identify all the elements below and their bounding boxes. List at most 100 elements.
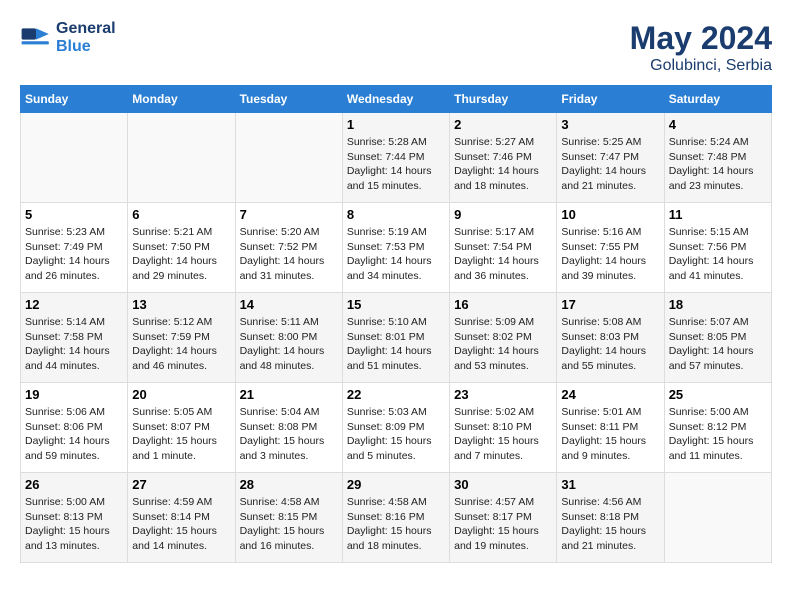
day-number: 27 [132,477,230,492]
header-cell-monday: Monday [128,86,235,113]
day-cell: 4Sunrise: 5:24 AMSunset: 7:48 PMDaylight… [664,113,771,203]
day-info: Sunrise: 5:02 AMSunset: 8:10 PMDaylight:… [454,405,552,464]
day-cell: 7 Sunrise: 5:20 AMSunset: 7:52 PMDaylight… [235,203,342,293]
day-number: 15 [347,297,445,312]
day-cell: 22 Sunrise: 5:03 AMSunset: 8:09 PMDayligh… [342,383,449,473]
header-row: SundayMondayTuesdayWednesdayThursdayFrid… [21,86,772,113]
title-block: May 2024 Golubinci, Serbia [630,20,772,75]
logo-icon [20,22,52,54]
day-number: 1 [347,117,445,132]
day-info: Sunrise: 4:57 AMSunset: 8:17 PMDaylight:… [454,495,552,554]
day-number: 14 [240,297,338,312]
main-title: May 2024 [630,20,772,57]
day-number: 8 [347,207,445,222]
day-cell: 15 Sunrise: 5:10 AMSunset: 8:01 PMDayligh… [342,293,449,383]
day-cell [128,113,235,203]
day-info: Sunrise: 5:23 AMSunset: 7:49 PMDaylight:… [25,225,123,284]
day-number: 6 [132,207,230,222]
week-row-0: 1Sunrise: 5:28 AMSunset: 7:44 PMDaylight… [21,113,772,203]
day-cell: 12Sunrise: 5:14 AMSunset: 7:58 PMDayligh… [21,293,128,383]
day-cell: 16 Sunrise: 5:09 AMSunset: 8:02 PMDayligh… [450,293,557,383]
day-cell [21,113,128,203]
calendar-header: SundayMondayTuesdayWednesdayThursdayFrid… [21,86,772,113]
day-cell: 21Sunrise: 5:04 AMSunset: 8:08 PMDayligh… [235,383,342,473]
day-info: Sunrise: 4:59 AMSunset: 8:14 PMDaylight:… [132,495,230,554]
day-cell: 14Sunrise: 5:11 AMSunset: 8:00 PMDayligh… [235,293,342,383]
day-cell [235,113,342,203]
day-info: Sunrise: 5:15 AMSunset: 7:56 PMDaylight:… [669,225,767,284]
day-cell: 29 Sunrise: 4:58 AMSunset: 8:16 PMDayligh… [342,473,449,563]
day-number: 28 [240,477,338,492]
day-number: 5 [25,207,123,222]
day-number: 30 [454,477,552,492]
day-info: Sunrise: 5:19 AMSunset: 7:53 PMDaylight:… [347,225,445,284]
subtitle: Golubinci, Serbia [630,57,772,75]
day-cell: 11 Sunrise: 5:15 AMSunset: 7:56 PMDayligh… [664,203,771,293]
day-cell: 24 Sunrise: 5:01 AMSunset: 8:11 PMDayligh… [557,383,664,473]
day-cell: 17 Sunrise: 5:08 AMSunset: 8:03 PMDayligh… [557,293,664,383]
day-cell: 2 Sunrise: 5:27 AMSunset: 7:46 PMDaylight… [450,113,557,203]
day-number: 19 [25,387,123,402]
day-info: Sunrise: 4:56 AMSunset: 8:18 PMDaylight:… [561,495,659,554]
day-info: Sunrise: 5:10 AMSunset: 8:01 PMDaylight:… [347,315,445,374]
day-info: Sunrise: 5:08 AMSunset: 8:03 PMDaylight:… [561,315,659,374]
day-number: 16 [454,297,552,312]
day-cell: 27 Sunrise: 4:59 AMSunset: 8:14 PMDayligh… [128,473,235,563]
week-row-1: 5 Sunrise: 5:23 AMSunset: 7:49 PMDaylight… [21,203,772,293]
day-cell: 30 Sunrise: 4:57 AMSunset: 8:17 PMDayligh… [450,473,557,563]
day-info: Sunrise: 5:12 AMSunset: 7:59 PMDaylight:… [132,315,230,374]
day-number: 31 [561,477,659,492]
day-number: 9 [454,207,552,222]
page-header: General Blue May 2024 Golubinci, Serbia [20,20,772,75]
day-cell: 13 Sunrise: 5:12 AMSunset: 7:59 PMDayligh… [128,293,235,383]
header-cell-friday: Friday [557,86,664,113]
day-number: 20 [132,387,230,402]
day-cell: 10Sunrise: 5:16 AMSunset: 7:55 PMDayligh… [557,203,664,293]
day-info: Sunrise: 5:04 AMSunset: 8:08 PMDaylight:… [240,405,338,464]
day-cell: 9Sunrise: 5:17 AMSunset: 7:54 PMDaylight… [450,203,557,293]
day-info: Sunrise: 5:24 AMSunset: 7:48 PMDaylight:… [669,135,767,194]
day-cell [664,473,771,563]
header-cell-sunday: Sunday [21,86,128,113]
week-row-4: 26Sunrise: 5:00 AMSunset: 8:13 PMDayligh… [21,473,772,563]
day-cell: 20 Sunrise: 5:05 AMSunset: 8:07 PMDayligh… [128,383,235,473]
day-number: 11 [669,207,767,222]
day-info: Sunrise: 5:14 AMSunset: 7:58 PMDaylight:… [25,315,123,374]
day-cell: 8 Sunrise: 5:19 AMSunset: 7:53 PMDaylight… [342,203,449,293]
day-info: Sunrise: 5:00 AMSunset: 8:13 PMDaylight:… [25,495,123,554]
day-number: 17 [561,297,659,312]
day-number: 29 [347,477,445,492]
day-info: Sunrise: 5:05 AMSunset: 8:07 PMDaylight:… [132,405,230,464]
day-number: 25 [669,387,767,402]
day-number: 7 [240,207,338,222]
day-info: Sunrise: 5:16 AMSunset: 7:55 PMDaylight:… [561,225,659,284]
day-info: Sunrise: 5:27 AMSunset: 7:46 PMDaylight:… [454,135,552,194]
day-info: Sunrise: 5:21 AMSunset: 7:50 PMDaylight:… [132,225,230,284]
day-number: 3 [561,117,659,132]
day-info: Sunrise: 4:58 AMSunset: 8:16 PMDaylight:… [347,495,445,554]
day-cell: 3Sunrise: 5:25 AMSunset: 7:47 PMDaylight… [557,113,664,203]
day-cell: 6 Sunrise: 5:21 AMSunset: 7:50 PMDaylight… [128,203,235,293]
day-info: Sunrise: 5:03 AMSunset: 8:09 PMDaylight:… [347,405,445,464]
day-cell: 26Sunrise: 5:00 AMSunset: 8:13 PMDayligh… [21,473,128,563]
calendar-table: SundayMondayTuesdayWednesdayThursdayFrid… [20,85,772,563]
day-info: Sunrise: 5:20 AMSunset: 7:52 PMDaylight:… [240,225,338,284]
logo: General Blue [20,20,116,56]
day-info: Sunrise: 5:09 AMSunset: 8:02 PMDaylight:… [454,315,552,374]
header-cell-thursday: Thursday [450,86,557,113]
day-info: Sunrise: 4:58 AMSunset: 8:15 PMDaylight:… [240,495,338,554]
day-number: 24 [561,387,659,402]
logo-text: General Blue [56,20,116,56]
day-cell: 19Sunrise: 5:06 AMSunset: 8:06 PMDayligh… [21,383,128,473]
day-number: 22 [347,387,445,402]
header-cell-tuesday: Tuesday [235,86,342,113]
day-number: 2 [454,117,552,132]
header-cell-wednesday: Wednesday [342,86,449,113]
day-cell: 28 Sunrise: 4:58 AMSunset: 8:15 PMDayligh… [235,473,342,563]
day-number: 13 [132,297,230,312]
day-cell: 25Sunrise: 5:00 AMSunset: 8:12 PMDayligh… [664,383,771,473]
day-cell: 1Sunrise: 5:28 AMSunset: 7:44 PMDaylight… [342,113,449,203]
day-info: Sunrise: 5:01 AMSunset: 8:11 PMDaylight:… [561,405,659,464]
week-row-3: 19Sunrise: 5:06 AMSunset: 8:06 PMDayligh… [21,383,772,473]
week-row-2: 12Sunrise: 5:14 AMSunset: 7:58 PMDayligh… [21,293,772,383]
